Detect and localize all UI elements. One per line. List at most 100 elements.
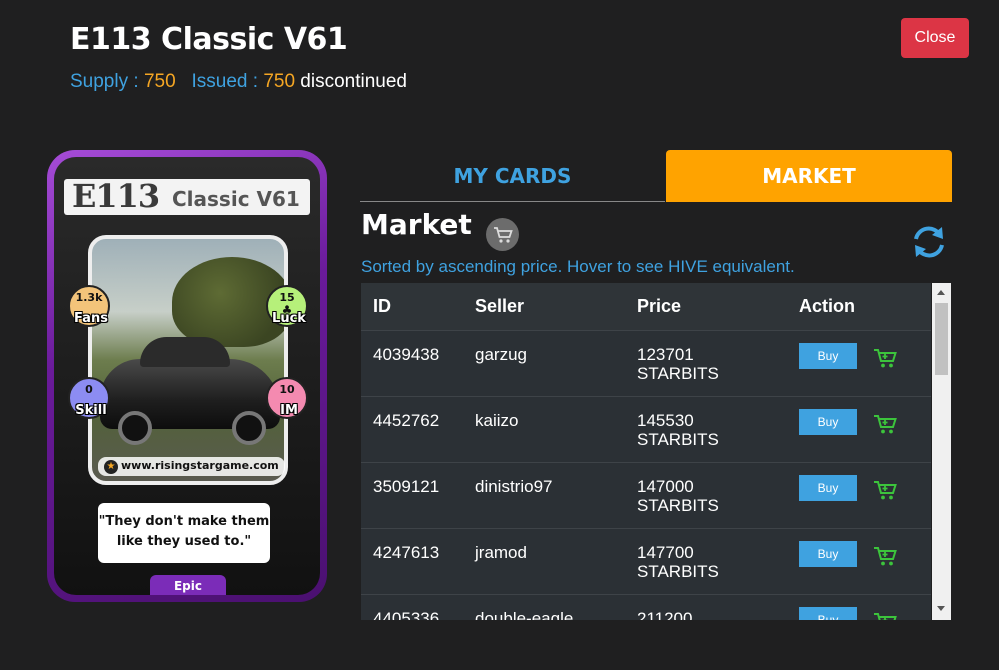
price-currency: STARBITS [637,495,719,515]
stat-luck-label: Luck [272,311,306,326]
cell-cart [859,594,931,620]
market-title: Market [361,208,472,241]
card-image: E113 Classic V61 1.3k Fans 15 ♣ Luck 0 S… [47,150,327,602]
cell-seller: dinistrio97 [475,476,553,496]
cell-action: Buy [787,396,859,462]
sort-note: Sorted by ascending price. Hover to see … [361,257,795,276]
stat-im-label: IM [280,403,298,418]
cell-cart [859,396,931,462]
cell-id: 4247613 [373,542,440,562]
price-currency: STARBITS [637,363,719,383]
cell-price: 211200STARBITS [625,594,787,621]
card-website: ★ www.risingstargame.com [98,457,285,476]
stat-fans-label: Fans [74,311,108,326]
tab-my-cards[interactable]: MY CARDS [360,150,665,202]
cell-price: 147000 STARBITS [625,462,787,528]
cell-seller: kaiizo [475,410,519,430]
buy-button[interactable]: Buy [799,408,857,435]
supply-info: Supply : 750 Issued : 750 discontinued [70,71,407,93]
stat-im-value: 10 [279,383,295,396]
star-icon: ★ [104,460,118,474]
status-text: discontinued [300,71,407,92]
cell-action: Buy [787,594,859,620]
market-panel: Market Sorted by ascending price. Hover … [360,203,952,620]
column-header-action: Action [799,295,855,316]
cell-price: 147700 STARBITS [625,528,787,594]
column-header-id: ID [373,295,391,316]
stat-skill-value: 0 [85,383,93,396]
cell-action: Buy [787,330,859,396]
price-currency: STARBITS [637,561,719,581]
card-rarity: Epic [150,575,226,595]
add-to-cart-icon[interactable] [873,480,897,505]
cell-action: Buy [787,528,859,594]
cell-seller: jramod [475,542,527,562]
card-name: Classic V61 [172,187,300,211]
issued-label: Issued : [191,71,259,92]
card-code: E113 [72,177,160,215]
card-quote-line: like they used to." [116,534,252,549]
tab-market[interactable]: MARKET [666,150,952,202]
supply-label: Supply : [70,71,139,92]
close-button[interactable]: Close [901,18,969,58]
cell-id: 4405336 [373,608,440,621]
scroll-up-icon[interactable] [937,290,945,295]
card-artwork [88,235,288,485]
table-header-row: ID Seller Price Action [361,283,931,330]
cell-id: 4039438 [373,344,440,364]
table-row: 4405336 double-eagle 211200STARBITS Buy [361,594,931,620]
stat-fans-value: 1.3k [75,291,103,304]
stat-fans: 1.3k Fans [68,285,110,327]
add-to-cart-icon[interactable] [873,414,897,439]
column-header-cart [859,283,931,330]
page-title: E113 Classic V61 [70,22,348,57]
card-quote-line: "They don't make them [98,514,270,529]
supply-value: 750 [143,71,176,92]
column-header-price: Price [637,295,682,316]
stat-skill: 0 Skill [68,377,110,419]
card-body: E113 Classic V61 1.3k Fans 15 ♣ Luck 0 S… [54,157,320,595]
cell-id: 3509121 [373,476,440,496]
cell-price: 123701 STARBITS [625,330,787,396]
cell-action: Buy [787,462,859,528]
column-header-seller: Seller [475,295,525,316]
buy-button[interactable]: Buy [799,606,857,620]
art-wheel [232,411,266,445]
add-to-cart-icon[interactable] [873,348,897,373]
cell-cart [859,462,931,528]
price-value: 145530 [637,410,694,430]
buy-button[interactable]: Buy [799,342,857,369]
scroll-thumb[interactable] [935,303,948,375]
price-value: 147000 [637,476,694,496]
buy-button[interactable]: Buy [799,540,857,567]
table-row: 4452762 kaiizo 145530 STARBITS Buy [361,396,931,462]
add-to-cart-icon[interactable] [873,546,897,571]
table-row: 4039438 garzug 123701 STARBITS Buy [361,330,931,396]
price-value: 123701 [637,344,694,364]
buy-button[interactable]: Buy [799,474,857,501]
cell-price: 145530 STARBITS [625,396,787,462]
cell-cart [859,528,931,594]
cell-seller: garzug [475,344,527,364]
cell-id: 4452762 [373,410,440,430]
stat-skill-label: Skill [75,403,107,418]
cell-seller: double-eagle [475,608,574,621]
cart-icon [486,218,519,251]
stat-luck: 15 ♣ Luck [266,285,308,327]
card-quote: "They don't make them like they used to.… [98,503,270,563]
card-website-text: www.risingstargame.com [121,459,279,472]
price-value: 211200 [637,608,693,621]
price-currency: STARBITS [637,429,719,449]
art-wheel [118,411,152,445]
stat-im: 10 IM [266,377,308,419]
refresh-icon[interactable] [908,221,950,263]
cell-cart [859,330,931,396]
table-row: 3509121 dinistrio97 147000 STARBITS Buy [361,462,931,528]
market-table: ID Seller Price Action 4039438 garzug 1237… [361,283,951,620]
table-row: 4247613 jramod 147700 STARBITS Buy [361,528,931,594]
table-scrollbar[interactable] [932,283,951,620]
issued-value: 750 [263,71,296,92]
price-value: 147700 [637,542,694,562]
scroll-down-icon[interactable] [937,606,945,611]
add-to-cart-icon[interactable] [873,612,897,620]
